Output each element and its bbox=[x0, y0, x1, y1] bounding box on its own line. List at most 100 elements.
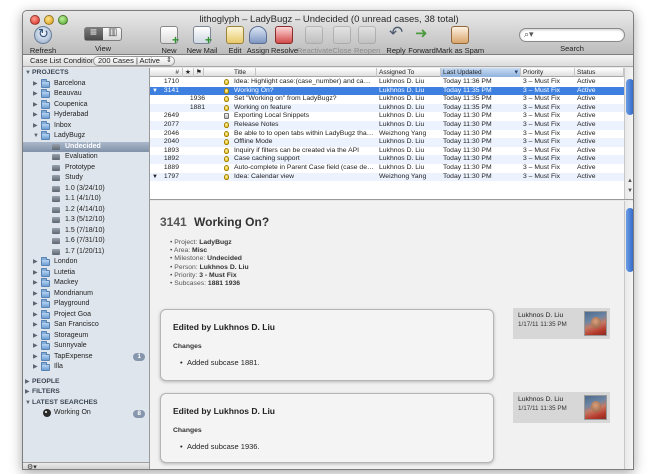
sidebar-milestone-item[interactable]: 1.1 (4/1/10) bbox=[23, 194, 149, 205]
sidebar-saved-search-item[interactable]: Working On 8 bbox=[23, 408, 149, 419]
sidebar-project-item[interactable]: ▶ TapExpense 1 bbox=[23, 351, 149, 363]
sidebar-project-item[interactable]: ▶ Sunnyvale bbox=[23, 341, 149, 352]
assign-button[interactable]: Assign bbox=[246, 26, 270, 55]
case-row[interactable]: 1893 Inquiry if filters can be created vi… bbox=[150, 147, 624, 156]
detail-scroll-thumb[interactable] bbox=[626, 208, 633, 272]
disclosure-triangle-icon[interactable]: ▶ bbox=[33, 268, 38, 279]
case-row[interactable]: ▼ 1797 Idea: Calendar view Weizhong Yang Tod… bbox=[150, 172, 624, 182]
disclosure-triangle-icon[interactable]: ▼ bbox=[25, 398, 31, 409]
column-header-last-updated[interactable]: Last Updated bbox=[441, 68, 521, 77]
list-view-icon[interactable] bbox=[85, 25, 103, 40]
case-list-scroll-thumb[interactable] bbox=[626, 79, 633, 115]
search-input[interactable] bbox=[540, 30, 620, 40]
sidebar-milestone-item[interactable]: Undecided bbox=[23, 141, 149, 152]
detail-scrollbar[interactable] bbox=[624, 201, 633, 469]
column-header-star[interactable]: ★ bbox=[183, 68, 194, 77]
column-header-flag[interactable]: ⚑ bbox=[194, 68, 204, 77]
sidebar-project-item[interactable]: ▶ San Francisco bbox=[23, 320, 149, 331]
condition-select[interactable]: 200 Cases | Active bbox=[93, 56, 175, 66]
close-button[interactable]: Close bbox=[331, 26, 353, 55]
disclosure-triangle-icon[interactable]: ▶ bbox=[33, 79, 38, 90]
sidebar-project-item[interactable]: ▶ London bbox=[23, 257, 149, 268]
case-row[interactable]: 2046 Be able to to open tabs within LadyB… bbox=[150, 130, 624, 139]
reactivate-button[interactable]: Reactivate bbox=[297, 26, 332, 55]
sidebar-project-item[interactable]: ▶ Lutetia bbox=[23, 267, 149, 279]
sidebar-project-item[interactable]: ▶ Mackey bbox=[23, 278, 149, 289]
sidebar-milestone-item[interactable]: 1.7 (1/20/11) bbox=[23, 247, 149, 258]
disclosure-triangle-icon[interactable]: ▶ bbox=[33, 331, 38, 342]
disclosure-triangle-icon[interactable]: ▼ bbox=[33, 131, 39, 142]
search-icon: ⌕▾ bbox=[524, 29, 534, 39]
column-header-assigned-to[interactable]: Assigned To bbox=[377, 68, 441, 77]
sidebar-project-item[interactable]: ▶ Barcelona bbox=[23, 78, 149, 90]
sidebar-project-item[interactable]: ▼ LadyBugz bbox=[23, 131, 149, 142]
sidebar-milestone-item[interactable]: 1.0 (3/24/10) bbox=[23, 184, 149, 195]
disclosure-triangle-icon[interactable]: ▶ bbox=[33, 110, 38, 121]
disclosure-triangle-icon[interactable]: ▶ bbox=[33, 341, 38, 352]
resolve-button[interactable]: Resolve bbox=[271, 26, 298, 55]
sidebar-milestone-item[interactable]: Evaluation bbox=[23, 152, 149, 163]
sidebar-project-item[interactable]: ▶ Project Goa bbox=[23, 309, 149, 321]
reopen-button[interactable]: Reopen bbox=[354, 26, 380, 55]
column-header-number[interactable]: # bbox=[150, 68, 183, 77]
sidebar-project-item[interactable]: ▶ Hyderabad bbox=[23, 110, 149, 121]
new-mail-button[interactable]: New Mail bbox=[186, 26, 218, 55]
scroll-up-arrow-icon[interactable]: ▲ bbox=[626, 178, 633, 184]
disclosure-triangle-icon[interactable]: ▶ bbox=[33, 278, 38, 289]
sidebar-milestone-item[interactable]: Prototype bbox=[23, 163, 149, 174]
search-field[interactable]: ⌕▾ bbox=[519, 28, 625, 42]
disclosure-triangle-icon[interactable]: ▶ bbox=[33, 121, 38, 132]
disclosure-triangle-icon[interactable]: ▶ bbox=[33, 362, 38, 373]
scroll-down-arrow-icon[interactable]: ▼ bbox=[626, 188, 633, 194]
disclosure-triangle-icon[interactable]: ▶ bbox=[25, 387, 30, 398]
disclosure-triangle-icon[interactable]: ▶ bbox=[33, 299, 38, 310]
reply-button[interactable]: Reply bbox=[385, 23, 407, 55]
sidebar-project-item[interactable]: ▶ Playground bbox=[23, 299, 149, 310]
case-row[interactable]: 2077 Release Notes Lukhnos D. Liu Today 11:… bbox=[150, 121, 624, 130]
folder-icon bbox=[41, 120, 50, 130]
view-segmented-control[interactable] bbox=[84, 25, 122, 41]
gear-icon[interactable]: ⚙▾ bbox=[27, 463, 37, 469]
disclosure-triangle-icon[interactable]: ▶ bbox=[33, 257, 38, 268]
case-list-scrollbar[interactable]: ▲ ▼ bbox=[624, 68, 633, 199]
disclosure-triangle-icon[interactable]: ▶ bbox=[25, 377, 30, 388]
disclosure-triangle-icon[interactable]: ▶ bbox=[33, 100, 38, 111]
sidebar-project-item[interactable]: ▶ Illa bbox=[23, 362, 149, 373]
sidebar-project-item[interactable]: ▶ Inbox bbox=[23, 120, 149, 132]
sidebar-project-item[interactable]: ▶ Mondrianum bbox=[23, 288, 149, 300]
case-row[interactable]: 1881 Working on feature Lukhnos D. Liu Toda… bbox=[150, 103, 624, 113]
sidebar-project-item[interactable]: ▶ Storageum bbox=[23, 330, 149, 342]
split-view-icon[interactable] bbox=[103, 27, 121, 40]
sidebar-section-header[interactable]: ▶ PEOPLE bbox=[23, 377, 149, 388]
sidebar-milestone-item[interactable]: 1.6 (7/31/10) bbox=[23, 236, 149, 247]
edit-button[interactable]: Edit bbox=[224, 26, 246, 55]
case-row[interactable]: 1892 Case caching support Lukhnos D. Liu To… bbox=[150, 155, 624, 164]
case-row[interactable]: 1936 Set "Working on" from LadyBugz? Lukhn… bbox=[150, 95, 624, 104]
sidebar-section-header[interactable]: ▼ LATEST SEARCHES bbox=[23, 398, 149, 409]
sidebar-project-item[interactable]: ▶ Beauvau bbox=[23, 89, 149, 100]
column-header-priority[interactable]: Priority bbox=[521, 68, 575, 77]
case-row[interactable]: 2649 Exporting Local Snippets Lukhnos D. L… bbox=[150, 112, 624, 121]
column-header-status[interactable]: Status bbox=[575, 68, 624, 77]
sidebar-milestone-item[interactable]: Study bbox=[23, 173, 149, 184]
sidebar-milestone-item[interactable]: 1.2 (4/14/10) bbox=[23, 205, 149, 216]
sidebar-project-item[interactable]: ▶ Coupenica bbox=[23, 99, 149, 111]
disclosure-triangle-icon[interactable]: ▶ bbox=[33, 352, 38, 363]
forward-button[interactable]: Forward bbox=[408, 24, 436, 55]
column-header-title[interactable]: Title bbox=[232, 68, 377, 77]
disclosure-triangle-icon[interactable]: ▶ bbox=[33, 320, 38, 331]
case-row[interactable]: 1889 Auto-complete in Parent Case field (… bbox=[150, 164, 624, 173]
disclosure-triangle-icon[interactable]: ▶ bbox=[33, 310, 38, 321]
disclosure-triangle-icon[interactable]: ▼ bbox=[25, 68, 31, 79]
mark-as-spam-button[interactable]: Mark as Spam bbox=[435, 26, 485, 55]
sidebar-section-header[interactable]: ▶ FILTERS bbox=[23, 387, 149, 398]
sidebar-section-header[interactable]: ▼ PROJECTS bbox=[23, 68, 149, 79]
case-row[interactable]: ▼ 3141 Working On? Lukhnos D. Liu Today 11:3… bbox=[150, 86, 624, 96]
case-row[interactable]: 1710 Idea: Highlight case:(case_number) a… bbox=[150, 78, 624, 87]
sidebar-milestone-item[interactable]: 1.3 (5/12/10) bbox=[23, 215, 149, 226]
case-row[interactable]: 2040 Offline Mode Lukhnos D. Liu Today 11:3… bbox=[150, 138, 624, 147]
disclosure-triangle-icon[interactable]: ▶ bbox=[33, 89, 38, 100]
refresh-button[interactable]: Refresh bbox=[29, 26, 57, 55]
sidebar-milestone-item[interactable]: 1.5 (7/18/10) bbox=[23, 226, 149, 237]
disclosure-triangle-icon[interactable]: ▶ bbox=[33, 289, 38, 300]
